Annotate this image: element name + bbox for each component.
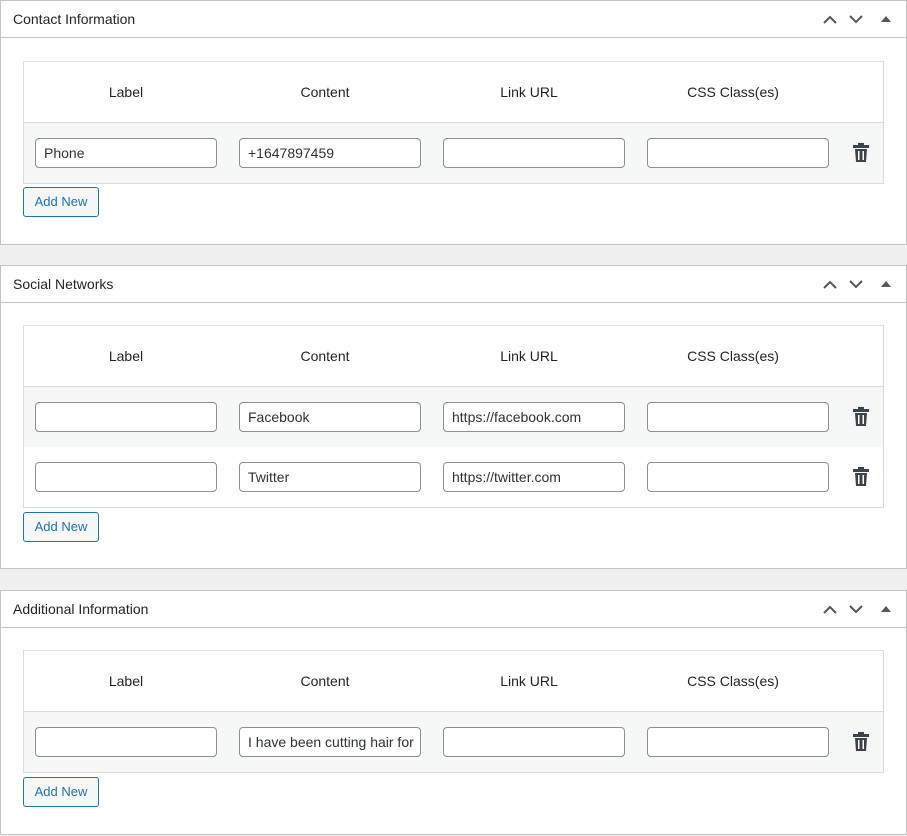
column-header-content: Content xyxy=(300,348,350,364)
column-header-css-classes: CSS Class(es) xyxy=(687,348,779,364)
table-header: Label Content Link URL CSS Class(es) xyxy=(24,62,883,123)
css-class-input[interactable] xyxy=(647,462,829,492)
chevron-up-icon xyxy=(823,280,837,289)
column-header-label: Label xyxy=(108,348,144,364)
table-header: Label Content Link URL CSS Class(es) xyxy=(24,326,883,387)
repeater-table: Label Content Link URL CSS Class(es) I h… xyxy=(23,650,884,773)
column-header-content: Content xyxy=(300,84,350,100)
table-row: I have been cutting hair for xyxy=(24,712,883,772)
add-new-button[interactable]: Add New xyxy=(23,512,99,542)
move-up-button[interactable] xyxy=(818,266,842,302)
column-header-css-classes: CSS Class(es) xyxy=(687,673,779,689)
panel-title: Social Networks xyxy=(13,276,114,292)
trash-icon[interactable] xyxy=(852,407,870,427)
column-header-link-url: Link URL xyxy=(500,84,558,100)
content-input[interactable]: Facebook xyxy=(239,402,421,432)
link-url-input[interactable] xyxy=(443,727,625,757)
additional-information-panel: Additional Information Label Content Lin… xyxy=(0,590,907,835)
column-header-label: Label xyxy=(108,84,144,100)
panel-title: Contact Information xyxy=(13,11,136,27)
triangle-up-icon xyxy=(881,16,891,22)
chevron-up-icon xyxy=(823,605,837,614)
repeater-table: Label Content Link URL CSS Class(es) Fac… xyxy=(23,325,884,508)
panel-header: Additional Information xyxy=(1,591,906,628)
content-input[interactable]: Twitter xyxy=(239,462,421,492)
triangle-up-icon xyxy=(881,606,891,612)
trash-icon[interactable] xyxy=(852,467,870,487)
move-down-button[interactable] xyxy=(844,266,868,302)
label-input[interactable]: Phone xyxy=(35,138,217,168)
toggle-panel-button[interactable] xyxy=(874,266,898,302)
social-networks-panel: Social Networks Label Content Link URL C… xyxy=(0,265,907,569)
contact-information-panel: Contact Information Label Content Link U… xyxy=(0,0,907,245)
panel-header: Social Networks xyxy=(1,266,906,303)
table-row: Facebook https://facebook.com xyxy=(24,387,883,447)
chevron-down-icon xyxy=(849,279,863,288)
table-header: Label Content Link URL CSS Class(es) xyxy=(24,651,883,712)
trash-icon[interactable] xyxy=(852,732,870,752)
move-down-button[interactable] xyxy=(844,591,868,627)
chevron-up-icon xyxy=(823,15,837,24)
table-row: Twitter https://twitter.com xyxy=(24,447,883,507)
label-input[interactable] xyxy=(35,727,217,757)
table-row: Phone +1647897459 xyxy=(24,123,883,183)
content-input[interactable]: I have been cutting hair for xyxy=(239,727,421,757)
panel-header: Contact Information xyxy=(1,1,906,38)
column-header-css-classes: CSS Class(es) xyxy=(687,84,779,100)
move-down-button[interactable] xyxy=(844,1,868,37)
column-header-label: Label xyxy=(108,673,144,689)
link-url-input[interactable] xyxy=(443,138,625,168)
add-new-button[interactable]: Add New xyxy=(23,777,99,807)
add-new-button[interactable]: Add New xyxy=(23,187,99,217)
css-class-input[interactable] xyxy=(647,138,829,168)
label-input[interactable] xyxy=(35,462,217,492)
css-class-input[interactable] xyxy=(647,402,829,432)
move-up-button[interactable] xyxy=(818,1,842,37)
chevron-down-icon xyxy=(849,14,863,23)
panel-title: Additional Information xyxy=(13,601,149,617)
triangle-up-icon xyxy=(881,281,891,287)
column-header-link-url: Link URL xyxy=(500,673,558,689)
trash-icon[interactable] xyxy=(852,143,870,163)
column-header-content: Content xyxy=(300,673,350,689)
label-input[interactable] xyxy=(35,402,217,432)
chevron-down-icon xyxy=(849,604,863,613)
content-input[interactable]: +1647897459 xyxy=(239,138,421,168)
column-header-link-url: Link URL xyxy=(500,348,558,364)
toggle-panel-button[interactable] xyxy=(874,591,898,627)
css-class-input[interactable] xyxy=(647,727,829,757)
repeater-table: Label Content Link URL CSS Class(es) Pho… xyxy=(23,61,884,184)
move-up-button[interactable] xyxy=(818,591,842,627)
toggle-panel-button[interactable] xyxy=(874,1,898,37)
link-url-input[interactable]: https://twitter.com xyxy=(443,462,625,492)
link-url-input[interactable]: https://facebook.com xyxy=(443,402,625,432)
